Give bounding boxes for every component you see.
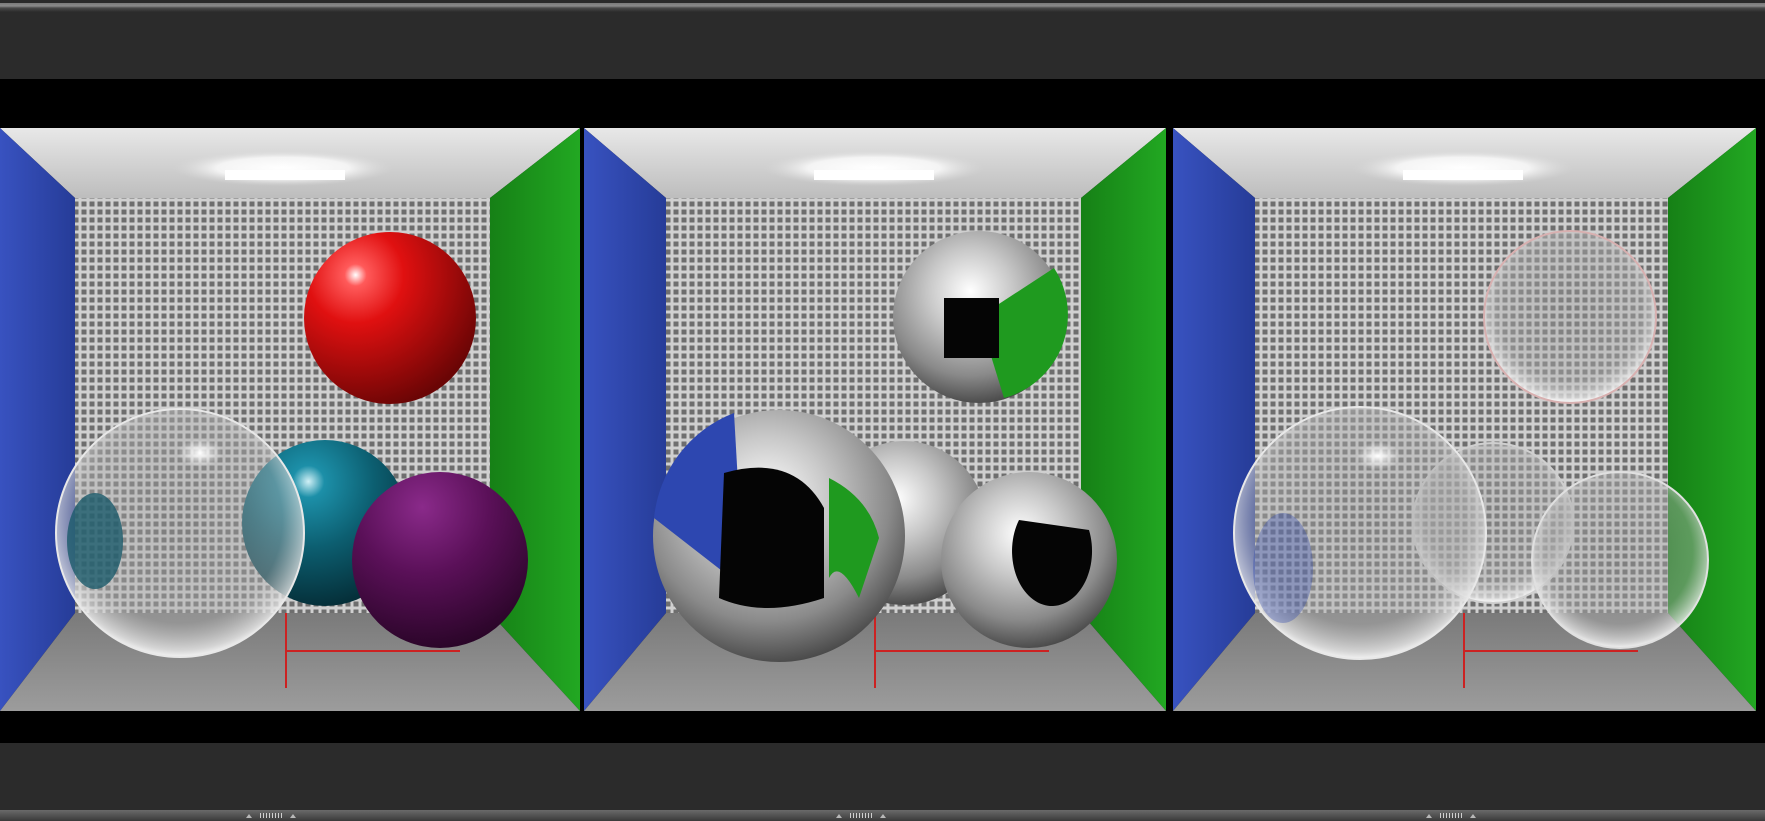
- right-wall: [490, 128, 580, 711]
- viewport-diffuse[interactable]: [0, 128, 580, 711]
- grip-icon: [850, 813, 872, 818]
- chevron-up-icon: [836, 813, 842, 818]
- title-bar: [0, 0, 1765, 12]
- chevron-up-icon: [1470, 813, 1476, 818]
- splitter-handle-3[interactable]: [1426, 812, 1476, 819]
- viewport-glass[interactable]: [1173, 128, 1756, 711]
- grip-icon: [260, 813, 282, 818]
- purple-sphere: [352, 472, 528, 648]
- toolbar: [0, 12, 1765, 79]
- light-panel: [225, 170, 345, 180]
- ceiling-light: [173, 150, 393, 186]
- chevron-up-icon: [1426, 813, 1432, 818]
- splitter-handle-1[interactable]: [246, 812, 296, 819]
- left-wall: [0, 128, 75, 711]
- render-view-1: [0, 128, 580, 711]
- render-view-2: [584, 128, 1166, 711]
- splitter-handle-2[interactable]: [836, 812, 886, 819]
- grip-icon: [1440, 813, 1462, 818]
- render-view-3: [1173, 128, 1756, 711]
- chevron-up-icon: [246, 813, 252, 818]
- viewport-mirror[interactable]: [584, 128, 1166, 711]
- chevron-up-icon: [290, 813, 296, 818]
- bottom-panel: [0, 743, 1765, 810]
- red-sphere: [304, 232, 476, 404]
- chevron-up-icon: [880, 813, 886, 818]
